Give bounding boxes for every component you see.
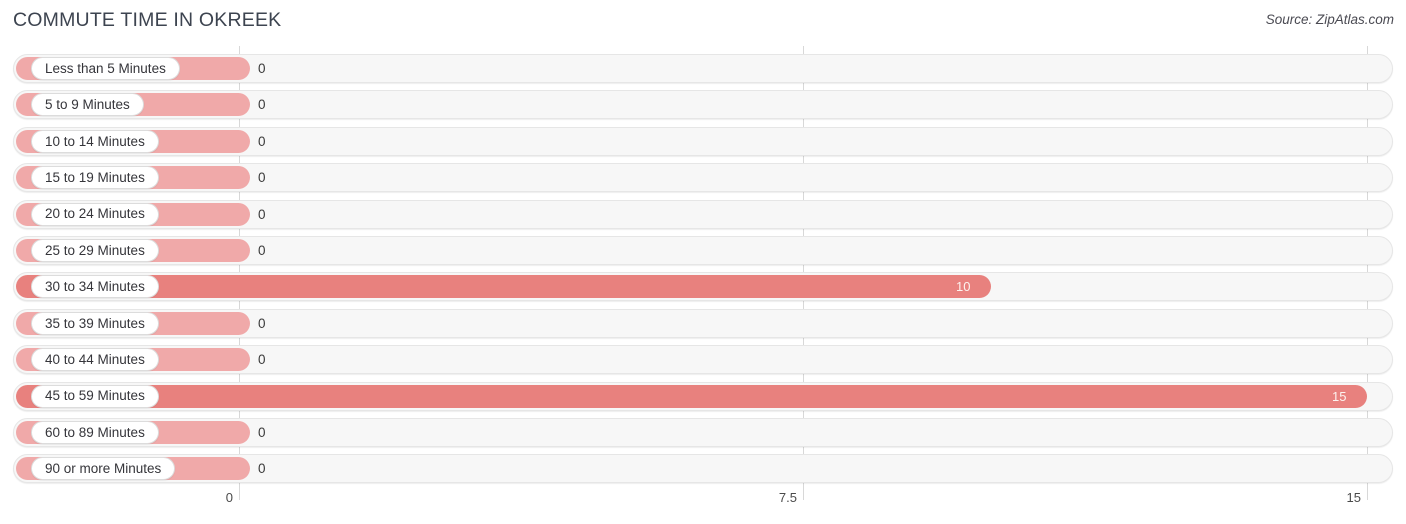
category-label: 45 to 59 Minutes <box>45 388 145 404</box>
table-row: 60 to 89 Minutes 0 <box>13 418 1393 447</box>
value-label: 0 <box>258 315 266 331</box>
table-row: 5 to 9 Minutes 0 <box>13 90 1393 120</box>
value-bar[interactable] <box>16 275 991 299</box>
table-row: 20 to 24 Minutes 0 <box>13 199 1393 229</box>
x-tick-label-7.5: 7.5 <box>778 490 797 505</box>
category-label: 15 to 19 Minutes <box>45 169 145 185</box>
value-label: 0 <box>258 461 266 477</box>
category-label-pill: 20 to 24 Minutes <box>31 202 159 226</box>
value-label: 0 <box>258 425 266 440</box>
chart-header: COMMUTE TIME IN OKREEK Source: ZipAtlas.… <box>0 0 1406 46</box>
tick-mark-0 <box>239 486 240 500</box>
category-label-pill: 40 to 44 Minutes <box>31 348 159 372</box>
category-label-pill: 45 to 59 Minutes <box>31 384 159 408</box>
value-label: 0 <box>258 243 266 258</box>
category-label: 40 to 44 Minutes <box>45 351 145 367</box>
category-label-pill: 90 or more Minutes <box>31 457 176 481</box>
value-label: 0 <box>258 352 266 368</box>
chart-plot-area: Less than 5 Minutes 0 5 to 9 Minutes 0 10 to… <box>0 46 1406 486</box>
x-tick-label-15: 15 <box>1346 490 1361 505</box>
tick-mark-15 <box>1367 486 1368 500</box>
category-label-pill: 30 to 34 Minutes <box>31 275 159 299</box>
category-label-pill: Less than 5 Minutes <box>31 57 180 80</box>
category-label: 20 to 24 Minutes <box>45 206 145 222</box>
page-title: COMMUTE TIME IN OKREEK <box>13 9 282 31</box>
value-label: 0 <box>258 206 266 222</box>
table-row: 40 to 44 Minutes 0 <box>13 345 1393 375</box>
category-label: 5 to 9 Minutes <box>45 97 130 113</box>
tick-mark-7.5 <box>803 486 804 500</box>
category-label: 90 or more Minutes <box>45 461 162 477</box>
category-label-pill: 15 to 19 Minutes <box>31 166 159 190</box>
x-tick-label-0: 0 <box>225 490 233 505</box>
category-label: Less than 5 Minutes <box>45 60 166 76</box>
table-row: 25 to 29 Minutes 0 <box>13 236 1393 265</box>
category-label-pill: 5 to 9 Minutes <box>31 93 144 117</box>
table-row: 90 or more Minutes 0 <box>13 454 1393 484</box>
category-label: 25 to 29 Minutes <box>45 242 145 258</box>
value-label: 10 <box>956 279 971 295</box>
category-label: 30 to 34 Minutes <box>45 279 145 295</box>
value-label: 0 <box>258 133 266 149</box>
category-label-pill: 60 to 89 Minutes <box>31 421 159 444</box>
category-label: 35 to 39 Minutes <box>45 315 145 331</box>
table-row: 45 to 59 Minutes 15 <box>13 381 1393 411</box>
category-label: 60 to 89 Minutes <box>45 424 145 440</box>
x-axis: 0 7.5 15 <box>0 486 1406 524</box>
value-label: 0 <box>258 61 266 76</box>
value-label: 0 <box>258 97 266 113</box>
source-attribution: Source: ZipAtlas.com <box>1265 12 1394 27</box>
category-label-pill: 25 to 29 Minutes <box>31 239 159 262</box>
table-row: Less than 5 Minutes 0 <box>13 54 1393 83</box>
category-label-pill: 35 to 39 Minutes <box>31 311 159 335</box>
value-bar[interactable] <box>16 384 1367 408</box>
table-row: 10 to 14 Minutes 0 <box>13 126 1393 156</box>
table-row: 35 to 39 Minutes 0 <box>13 308 1393 338</box>
table-row: 15 to 19 Minutes 0 <box>13 163 1393 193</box>
value-label: 0 <box>258 170 266 186</box>
category-label: 10 to 14 Minutes <box>45 133 145 149</box>
category-label-pill: 10 to 14 Minutes <box>31 129 159 153</box>
table-row: 30 to 34 Minutes 10 <box>13 272 1393 302</box>
value-label: 15 <box>1332 388 1347 404</box>
